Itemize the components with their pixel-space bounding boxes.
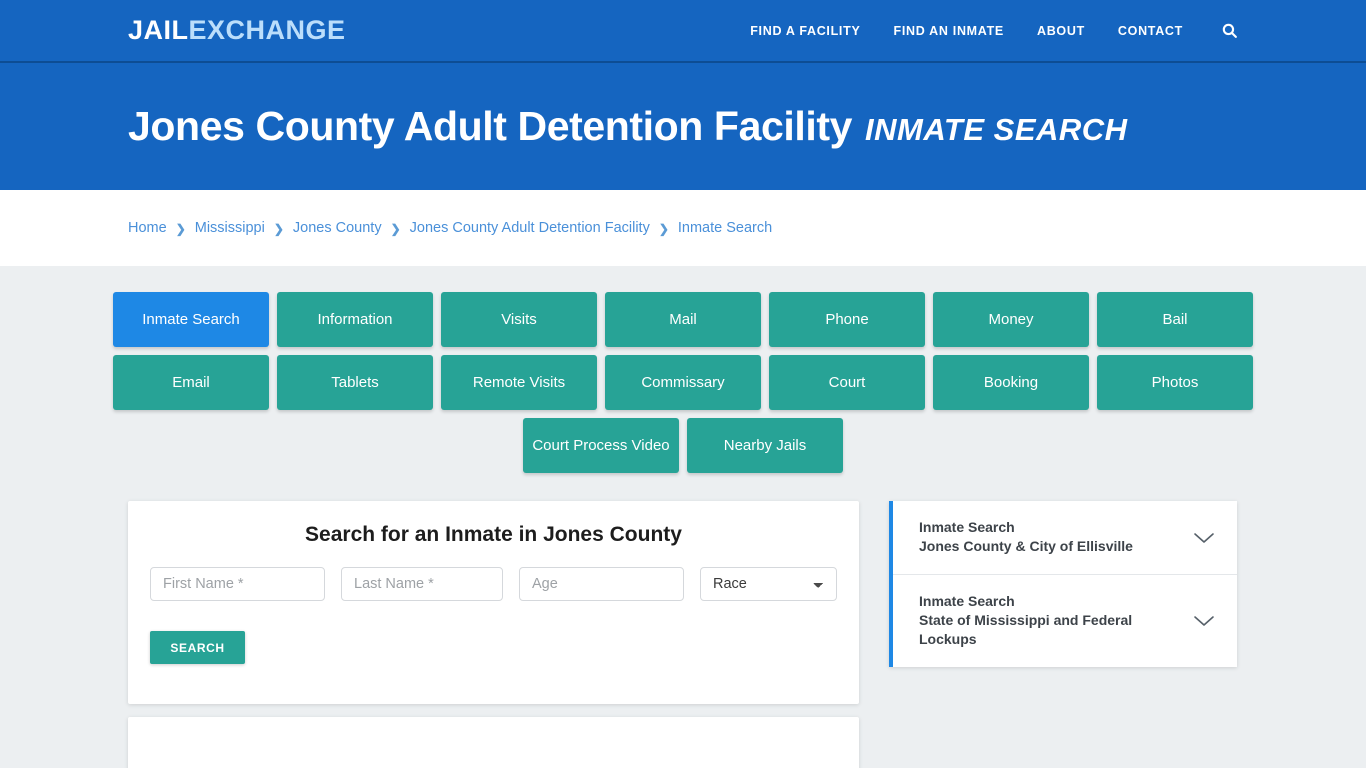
tab-email[interactable]: Email [113, 355, 269, 410]
page-body: Inmate Search Information Visits Mail Ph… [0, 266, 1366, 768]
accordion-item-state-federal[interactable]: Inmate Search State of Mississippi and F… [889, 573, 1237, 667]
inmate-search-accordion: Inmate Search Jones County & City of Ell… [889, 501, 1237, 667]
hero-inner: Jones County Adult Detention Facility IN… [128, 103, 1128, 150]
breadcrumb: Home ❯ Mississippi ❯ Jones County ❯ Jone… [128, 220, 772, 236]
page-title: Jones County Adult Detention Facility [128, 103, 853, 149]
chevron-down-icon [1194, 616, 1214, 626]
breadcrumb-item-jones-county[interactable]: Jones County [293, 220, 382, 236]
site-logo[interactable]: JAILEXCHANGE [128, 17, 346, 44]
accordion-item-subtitle: Jones County & City of Ellisville [919, 538, 1133, 555]
breadcrumb-separator-icon: ❯ [175, 222, 186, 236]
tab-tablets[interactable]: Tablets [277, 355, 433, 410]
tab-phone[interactable]: Phone [769, 292, 925, 347]
breadcrumb-item-home[interactable]: Home [128, 220, 167, 236]
tab-mail[interactable]: Mail [605, 292, 761, 347]
tab-court-process-video[interactable]: Court Process Video [523, 418, 679, 473]
content-columns: Search for an Inmate in Jones County Rac… [128, 501, 1238, 768]
search-form-row: Race [150, 567, 837, 601]
main-navigation: FIND A FACILITY FIND AN INMATE ABOUT CON… [750, 22, 1238, 39]
nav-item-find-a-facility[interactable]: FIND A FACILITY [750, 24, 860, 38]
tab-photos[interactable]: Photos [1097, 355, 1253, 410]
tab-court[interactable]: Court [769, 355, 925, 410]
inmate-search-card: Search for an Inmate in Jones County Rac… [128, 501, 859, 704]
tab-nearby-jails[interactable]: Nearby Jails [687, 418, 843, 473]
accordion-item-text: Inmate Search Jones County & City of Ell… [919, 518, 1133, 557]
accordion-item-text: Inmate Search State of Mississippi and F… [919, 592, 1179, 650]
nav-item-about[interactable]: ABOUT [1037, 24, 1085, 38]
accordion-item-subtitle: State of Mississippi and Federal Lockups [919, 611, 1133, 648]
breadcrumb-item-facility[interactable]: Jones County Adult Detention Facility [410, 220, 650, 236]
site-header: JAILEXCHANGE FIND A FACILITY FIND AN INM… [0, 0, 1366, 63]
breadcrumb-item-mississippi[interactable]: Mississippi [195, 220, 265, 236]
tab-booking[interactable]: Booking [933, 355, 1089, 410]
logo-text-secondary: EXCHANGE [188, 15, 346, 45]
tab-money[interactable]: Money [933, 292, 1089, 347]
first-name-input[interactable] [150, 567, 325, 601]
accordion-item-title: Inmate Search [919, 519, 1015, 535]
facility-tab-row: Court Process Video Nearby Jails [523, 418, 843, 473]
secondary-content-card [128, 717, 859, 768]
main-column: Search for an Inmate in Jones County Rac… [128, 501, 859, 768]
breadcrumb-separator-icon: ❯ [390, 222, 401, 236]
facility-tab-row: Inmate Search Information Visits Mail Ph… [113, 292, 1253, 347]
page-hero: Jones County Adult Detention Facility IN… [0, 63, 1366, 190]
facility-tab-row: Email Tablets Remote Visits Commissary C… [113, 355, 1253, 410]
breadcrumb-bar: Home ❯ Mississippi ❯ Jones County ❯ Jone… [0, 190, 1366, 266]
race-select[interactable]: Race [700, 567, 837, 601]
nav-item-find-an-inmate[interactable]: FIND AN INMATE [893, 24, 1003, 38]
logo-text-primary: JAIL [128, 15, 189, 45]
age-input[interactable] [519, 567, 684, 601]
tab-visits[interactable]: Visits [441, 292, 597, 347]
tab-information[interactable]: Information [277, 292, 433, 347]
breadcrumb-separator-icon: ❯ [273, 222, 284, 236]
accordion-item-title: Inmate Search [919, 592, 1015, 609]
tab-remote-visits[interactable]: Remote Visits [441, 355, 597, 410]
chevron-down-icon [1194, 533, 1214, 543]
search-toggle-button[interactable] [1221, 22, 1238, 39]
page-subtitle: INMATE SEARCH [865, 112, 1128, 147]
search-icon [1222, 23, 1237, 38]
last-name-input[interactable] [341, 567, 503, 601]
facility-tab-group: Inmate Search Information Visits Mail Ph… [0, 266, 1366, 473]
search-card-heading: Search for an Inmate in Jones County [305, 523, 682, 546]
nav-item-contact[interactable]: CONTACT [1118, 24, 1183, 38]
breadcrumb-item-inmate-search: Inmate Search [677, 220, 773, 236]
tab-bail[interactable]: Bail [1097, 292, 1253, 347]
search-submit-button[interactable]: SEARCH [150, 631, 245, 664]
accordion-item-jones-county[interactable]: Inmate Search Jones County & City of Ell… [889, 501, 1237, 574]
breadcrumb-separator-icon: ❯ [658, 222, 669, 236]
tab-inmate-search[interactable]: Inmate Search [113, 292, 269, 347]
tab-commissary[interactable]: Commissary [605, 355, 761, 410]
sidebar-column: Inmate Search Jones County & City of Ell… [889, 501, 1237, 667]
